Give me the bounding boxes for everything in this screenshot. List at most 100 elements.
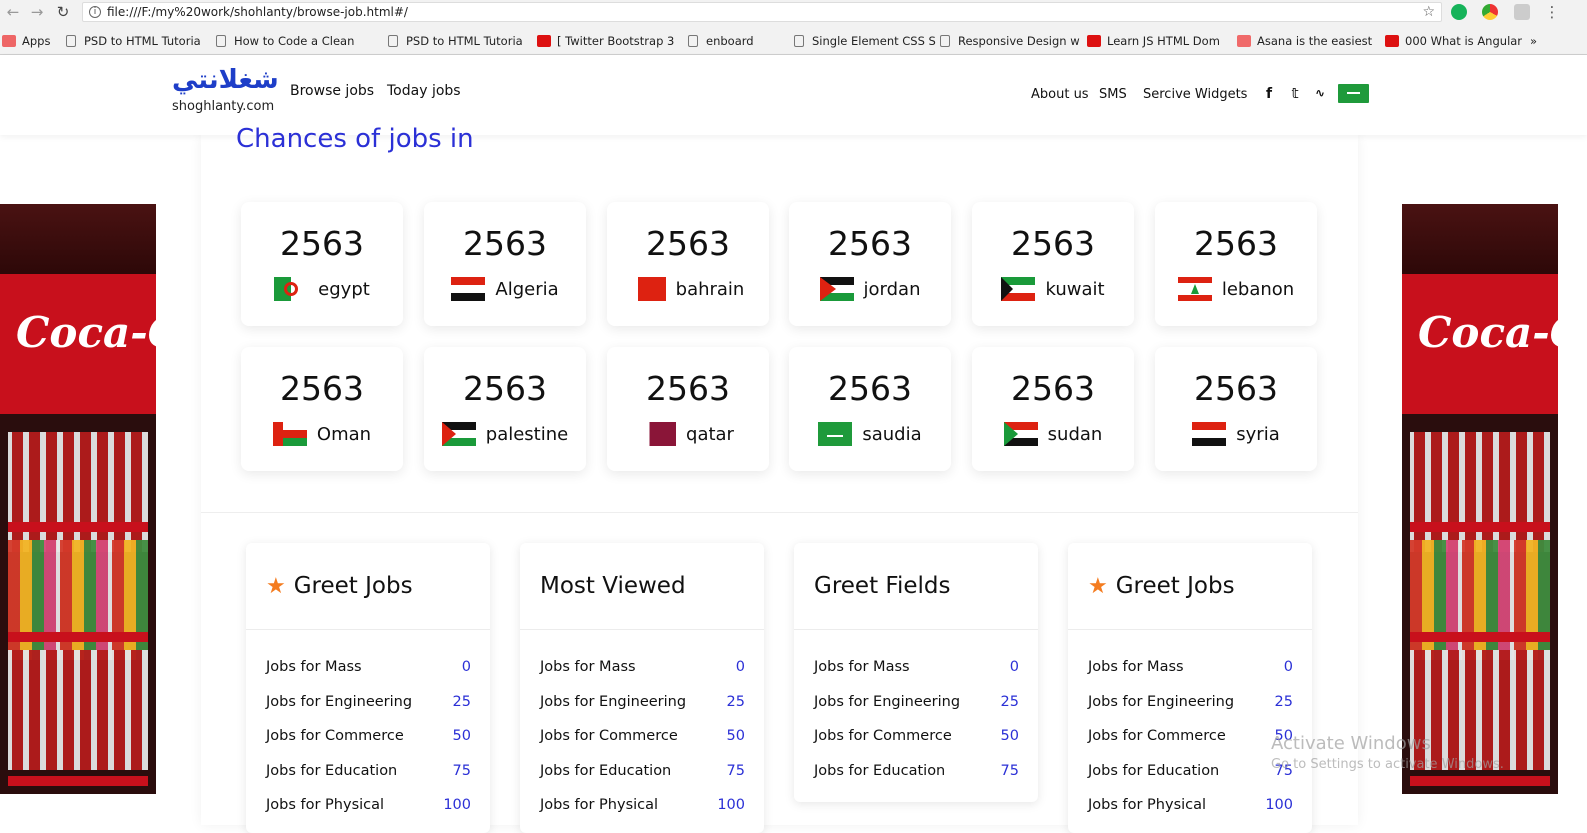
country-row: jordan bbox=[789, 277, 951, 301]
list-item[interactable]: Jobs for Commerce 50 bbox=[266, 728, 471, 748]
list-item[interactable]: Jobs for Education 75 bbox=[1088, 763, 1293, 783]
forward-icon[interactable]: → bbox=[28, 3, 46, 21]
grammarly-icon[interactable] bbox=[1451, 4, 1467, 20]
bookmark-label: Single Element CSS S bbox=[812, 34, 936, 48]
list-item[interactable]: Jobs for Physical 100 bbox=[1088, 797, 1293, 817]
back-icon[interactable]: ← bbox=[4, 3, 22, 21]
nav-today-jobs[interactable]: Today jobs bbox=[387, 83, 461, 99]
list-item-count: 0 bbox=[735, 659, 745, 675]
list-item-label: Jobs for Education bbox=[266, 763, 398, 779]
asana-icon bbox=[1237, 35, 1251, 47]
twitter-icon[interactable]: 𝕥 bbox=[1288, 86, 1302, 102]
bookmark-item[interactable]: Apps bbox=[0, 32, 50, 50]
bookmarks-overflow-button[interactable]: » bbox=[1530, 32, 1537, 50]
bookmark-item[interactable]: Learn JS HTML Dom bbox=[1085, 32, 1220, 50]
bookmark-item[interactable]: Asana is the easiest bbox=[1235, 32, 1372, 50]
bookmarks-bar: Apps PSD to HTML Tutoria How to Code a Cle… bbox=[0, 30, 1587, 52]
country-row: bahrain bbox=[607, 277, 769, 301]
ad-banner-left[interactable]: Coca-Cola bbox=[0, 204, 156, 794]
job-count: 2563 bbox=[280, 224, 364, 263]
bookmark-item[interactable]: enboard bbox=[684, 32, 754, 50]
country-name: kuwait bbox=[1045, 278, 1105, 300]
country-card-kuwait[interactable]: 2563 kuwait bbox=[972, 202, 1134, 326]
list-separator bbox=[794, 629, 1038, 630]
list-item[interactable]: Jobs for Engineering 25 bbox=[540, 694, 745, 714]
list-item[interactable]: Jobs for Mass 0 bbox=[540, 659, 745, 679]
bookmark-item[interactable]: Responsive Design w bbox=[936, 32, 1080, 50]
list-item[interactable]: Jobs for Physical 100 bbox=[266, 797, 471, 817]
list-item[interactable]: Jobs for Commerce 50 bbox=[1088, 728, 1293, 748]
country-card-palestine[interactable]: 2563 palestine bbox=[424, 347, 586, 471]
country-card-bahrain[interactable]: 2563 bahrain bbox=[607, 202, 769, 326]
nav-about-us[interactable]: About us bbox=[1031, 87, 1089, 102]
list-item[interactable]: Jobs for Engineering 25 bbox=[1088, 694, 1293, 714]
list-card: ★ Greet Jobs Jobs for Mass 0 Jobs for Engine… bbox=[246, 543, 490, 833]
country-row: syria bbox=[1155, 422, 1317, 446]
address-bar[interactable]: i file:///F:/my%20work/shohlanty/browse-… bbox=[82, 2, 1442, 22]
bookmark-item[interactable]: How to Code a Clean bbox=[212, 32, 354, 50]
job-count: 2563 bbox=[1011, 369, 1095, 408]
bookmark-item[interactable]: [ Twitter Bootstrap 3 bbox=[535, 32, 674, 50]
list-item[interactable]: Jobs for Engineering 25 bbox=[814, 694, 1019, 714]
logo-domain[interactable]: shoghlanty.com bbox=[172, 99, 274, 114]
list-item-count: 50 bbox=[1000, 728, 1019, 744]
bookmark-label: Apps bbox=[22, 34, 51, 48]
list-item-label: Jobs for Physical bbox=[266, 797, 385, 813]
list-item[interactable]: Jobs for Mass 0 bbox=[1088, 659, 1293, 679]
country-card-algeria[interactable]: 2563 Algeria bbox=[424, 202, 586, 326]
list-item-count: 100 bbox=[443, 797, 471, 813]
menu-icon[interactable]: ⋮ bbox=[1543, 3, 1561, 21]
nav-browse-jobs[interactable]: Browse jobs bbox=[290, 83, 374, 99]
ad-brand-text: Coca-Cola bbox=[16, 308, 156, 357]
country-card-egypt[interactable]: 2563 egypt bbox=[241, 202, 403, 326]
list-item[interactable]: Jobs for Education 75 bbox=[814, 763, 1019, 783]
country-card-lebanon[interactable]: 2563 lebanon bbox=[1155, 202, 1317, 326]
kuwait-flag-icon bbox=[1001, 277, 1036, 301]
list-card: ★ Greet Jobs Jobs for Mass 0 Jobs for Engine… bbox=[1068, 543, 1312, 833]
list-item[interactable]: Jobs for Education 75 bbox=[540, 763, 745, 783]
logo-arabic[interactable]: شغلانتي bbox=[172, 65, 279, 95]
bookmark-label: enboard bbox=[706, 34, 754, 48]
list-item[interactable]: Jobs for Physical 100 bbox=[540, 797, 745, 817]
chrome-extension-icon[interactable] bbox=[1482, 4, 1498, 20]
info-icon[interactable]: i bbox=[89, 6, 101, 18]
list-item[interactable]: Jobs for Commerce 50 bbox=[540, 728, 745, 748]
nav-sms[interactable]: SMS bbox=[1099, 87, 1127, 102]
ad-banner-right[interactable]: Coca-Cola bbox=[1402, 204, 1558, 794]
youtube-icon bbox=[1385, 35, 1399, 47]
page-icon bbox=[794, 35, 804, 47]
country-card-saudia[interactable]: 2563 saudia bbox=[789, 347, 951, 471]
saudi-flag-icon[interactable] bbox=[1338, 84, 1369, 103]
country-card-jordan[interactable]: 2563 jordan bbox=[789, 202, 951, 326]
list-item-label: Jobs for Engineering bbox=[814, 694, 961, 710]
bookmark-item[interactable]: 000 What is Angular bbox=[1383, 32, 1522, 50]
list-item[interactable]: Jobs for Mass 0 bbox=[266, 659, 471, 679]
job-count: 2563 bbox=[463, 224, 547, 263]
list-separator bbox=[1068, 629, 1312, 630]
algeria-flag-icon bbox=[451, 277, 486, 301]
list-item-label: Jobs for Commerce bbox=[540, 728, 678, 744]
sudan-flag-icon bbox=[1003, 422, 1038, 446]
country-card-syria[interactable]: 2563 syria bbox=[1155, 347, 1317, 471]
job-count: 2563 bbox=[828, 224, 912, 263]
bookmark-item[interactable]: PSD to HTML Tutoria bbox=[384, 32, 523, 50]
country-name: qatar bbox=[686, 423, 734, 445]
bookmark-item[interactable]: Single Element CSS S bbox=[790, 32, 936, 50]
rss-icon[interactable]: ∿ bbox=[1313, 86, 1327, 100]
facebook-icon[interactable]: f bbox=[1262, 86, 1276, 102]
list-item[interactable]: Jobs for Engineering 25 bbox=[266, 694, 471, 714]
reload-icon[interactable]: ↻ bbox=[54, 3, 72, 21]
list-item[interactable]: Jobs for Education 75 bbox=[266, 763, 471, 783]
bookmark-star-icon[interactable]: ☆ bbox=[1422, 3, 1435, 21]
country-card-sudan[interactable]: 2563 sudan bbox=[972, 347, 1134, 471]
camera-extension-icon[interactable] bbox=[1514, 4, 1530, 20]
nav-service-widgets[interactable]: Sercive Widgets bbox=[1143, 87, 1247, 102]
page-icon bbox=[388, 35, 398, 47]
list-item[interactable]: Jobs for Commerce 50 bbox=[814, 728, 1019, 748]
list-item-label: Jobs for Commerce bbox=[1088, 728, 1226, 744]
section-divider bbox=[201, 512, 1358, 513]
country-card-oman[interactable]: 2563 Oman bbox=[241, 347, 403, 471]
bookmark-item[interactable]: PSD to HTML Tutoria bbox=[62, 32, 201, 50]
list-item[interactable]: Jobs for Mass 0 bbox=[814, 659, 1019, 679]
country-card-qatar[interactable]: 2563 qatar bbox=[607, 347, 769, 471]
